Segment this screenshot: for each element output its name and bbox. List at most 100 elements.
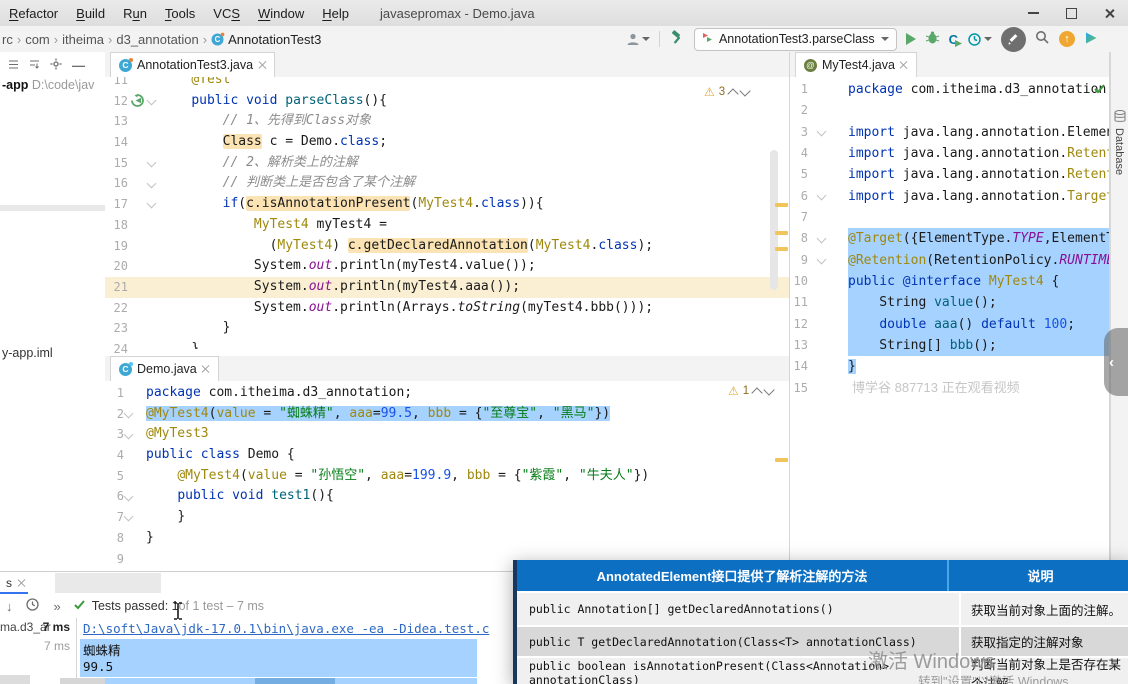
- user-icon[interactable]: [626, 32, 650, 46]
- code-line[interactable]: double aaa() default 100;: [848, 313, 1110, 336]
- gutter-line[interactable]: 4: [790, 143, 848, 164]
- gutter-line[interactable]: 5: [105, 466, 146, 487]
- build-hammer-icon[interactable]: [669, 29, 685, 49]
- gutter-line[interactable]: 6: [105, 486, 146, 507]
- profiler-icon[interactable]: [967, 32, 992, 47]
- console-command-link[interactable]: D:\soft\Java\jdk-17.0.1\bin\java.exe -ea…: [83, 621, 489, 636]
- breadcrumb-item[interactable]: d3_annotation: [116, 32, 198, 47]
- inspection-widget-left-top[interactable]: ⚠ 3: [704, 84, 751, 100]
- prev-warning-icon[interactable]: [727, 87, 739, 100]
- overlay-chevron-handle[interactable]: ‹: [1104, 328, 1128, 396]
- code-line[interactable]: }: [160, 318, 770, 339]
- code-line[interactable]: @Target({ElementType.TYPE,ElementType.ME…: [848, 228, 1110, 250]
- editor-demo[interactable]: 123456789 package com.itheima.d3_annotat…: [105, 381, 789, 571]
- code-demo[interactable]: package com.itheima.d3_annotation; @MyTes…: [146, 383, 775, 571]
- gutter-line[interactable]: 14: [105, 132, 160, 153]
- close-tab-icon[interactable]: [17, 579, 25, 587]
- close-tab-icon[interactable]: [202, 365, 210, 373]
- history-clock-icon[interactable]: [25, 597, 40, 615]
- breadcrumb-item[interactable]: com: [25, 32, 50, 47]
- gutter-line[interactable]: 7: [790, 207, 848, 228]
- fold-marker-icon[interactable]: [146, 199, 157, 209]
- code-line[interactable]: @MyTest4(value = "孙悟空", aaa=199.9, bbb =…: [146, 466, 775, 487]
- gutter-line[interactable]: 1: [790, 79, 848, 100]
- code-line[interactable]: import java.lang.annotation.RetentionPol…: [848, 164, 1110, 185]
- code-line[interactable]: }: [146, 507, 775, 528]
- menu-tools[interactable]: Tools: [156, 6, 204, 21]
- gutter-line[interactable]: 1: [105, 383, 146, 404]
- code-line[interactable]: public void test1(){: [146, 486, 775, 507]
- code-line[interactable]: System.out.println(myTest4.aaa());: [160, 277, 770, 298]
- code-line[interactable]: MyTest4 myTest4 =: [160, 215, 770, 236]
- menu-build[interactable]: Build: [67, 6, 114, 21]
- gutter-line[interactable]: 8: [790, 228, 848, 249]
- gutter-line[interactable]: 2: [105, 404, 146, 425]
- code-line[interactable]: [848, 207, 1110, 228]
- fold-marker-icon[interactable]: [816, 126, 827, 137]
- gutter-line[interactable]: 15: [105, 153, 160, 174]
- run-button[interactable]: [905, 33, 916, 45]
- search-icon[interactable]: [1035, 30, 1050, 48]
- maximize-button[interactable]: [1052, 0, 1090, 26]
- code-line[interactable]: if(c.isAnnotationPresent(MyTest4.class))…: [160, 194, 770, 215]
- scrollbar-chip[interactable]: [0, 675, 30, 684]
- fold-marker-icon[interactable]: [123, 491, 134, 502]
- console-output-line[interactable]: 蜘蛛精: [83, 640, 121, 659]
- code-line[interactable]: public class Demo {: [146, 445, 775, 466]
- close-tab-icon[interactable]: [258, 61, 266, 69]
- tab-mytest4[interactable]: @ MyTest4.java: [795, 52, 917, 77]
- test-tree-row[interactable]: 7 ms: [0, 639, 76, 658]
- console-output-line[interactable]: 99.5: [83, 659, 113, 674]
- next-warning-icon[interactable]: [763, 383, 775, 396]
- database-icon[interactable]: [1114, 110, 1126, 126]
- code-line[interactable]: String[] bbb();: [848, 335, 1110, 357]
- fold-marker-icon[interactable]: [816, 233, 827, 244]
- edit-pencil-icon[interactable]: [1001, 26, 1026, 52]
- coverage-icon[interactable]: C: [949, 32, 962, 47]
- code-line[interactable]: import java.lang.annotation.Target;: [848, 186, 1110, 207]
- collapse-all-icon[interactable]: [29, 58, 40, 73]
- gutter-line[interactable]: 20: [105, 256, 160, 277]
- gutter-line[interactable]: 10: [790, 271, 848, 292]
- gutter-line[interactable]: 14: [790, 356, 848, 377]
- tab-demo[interactable]: C Demo.java: [110, 356, 219, 381]
- hide-panel-icon[interactable]: —: [72, 58, 85, 73]
- gutter-line[interactable]: 15: [790, 378, 848, 399]
- warn-stripe-mark[interactable]: [775, 247, 788, 251]
- breadcrumb-leaf[interactable]: C AnnotationTest3: [211, 32, 321, 47]
- code-line[interactable]: // 判断类上是否包含了某个注解: [160, 173, 770, 194]
- scrollbar-thumb[interactable]: [770, 150, 778, 290]
- code-line[interactable]: Class c = Demo.class;: [160, 132, 770, 153]
- gutter-line[interactable]: 9: [105, 549, 146, 570]
- fold-marker-icon[interactable]: [146, 95, 157, 106]
- menu-help[interactable]: Help: [313, 6, 358, 21]
- close-tab-icon[interactable]: [900, 61, 908, 69]
- gutter-line[interactable]: 18: [105, 215, 160, 236]
- gutter-line[interactable]: 6: [790, 186, 848, 207]
- code-line[interactable]: package com.itheima.d3_annotation;: [146, 383, 775, 404]
- code-line[interactable]: @MyTest3: [146, 424, 775, 445]
- gutter-line[interactable]: 16: [105, 173, 160, 194]
- code-left-top[interactable]: @Test public void parseClass(){ // 1、先得到…: [160, 77, 770, 349]
- gutter-line[interactable]: 3: [790, 122, 848, 143]
- gutter-line[interactable]: 23: [105, 318, 160, 339]
- editor-splitter-vertical[interactable]: [789, 52, 790, 571]
- no-problems-check-icon[interactable]: [1093, 82, 1106, 98]
- scrollbar-chip[interactable]: [60, 678, 105, 684]
- menu-refactor[interactable]: Refactor: [0, 6, 67, 21]
- prev-warning-icon[interactable]: [751, 386, 763, 399]
- editor-mytest4[interactable]: 1 2 3 4 5 6 7 8 9 10 11 12 13 14 15 package com.itheim…: [790, 77, 1110, 571]
- gutter-line[interactable]: 17: [105, 194, 160, 215]
- fold-marker-icon[interactable]: [123, 512, 134, 522]
- code-line[interactable]: }: [848, 356, 1110, 377]
- code-line[interactable]: (MyTest4) c.getDeclaredAnnotation(MyTest…: [160, 236, 770, 257]
- fold-marker-icon[interactable]: [123, 429, 134, 440]
- test-tree-row[interactable]: ma.d3_ar 7 ms: [0, 620, 76, 639]
- gutter-line[interactable]: 2: [790, 100, 848, 121]
- next-warning-icon[interactable]: [739, 84, 751, 97]
- gutter-line[interactable]: 3: [105, 424, 146, 445]
- code-line[interactable]: public @interface MyTest4 {: [848, 271, 1110, 293]
- editor-annotationtest3[interactable]: 11 12 13 14 15 16 17 18 19 20 21 22 23 24 @Test publi…: [105, 77, 789, 356]
- tool-window-tab[interactable]: s: [0, 574, 31, 592]
- database-stripe-button[interactable]: Database: [1113, 128, 1125, 175]
